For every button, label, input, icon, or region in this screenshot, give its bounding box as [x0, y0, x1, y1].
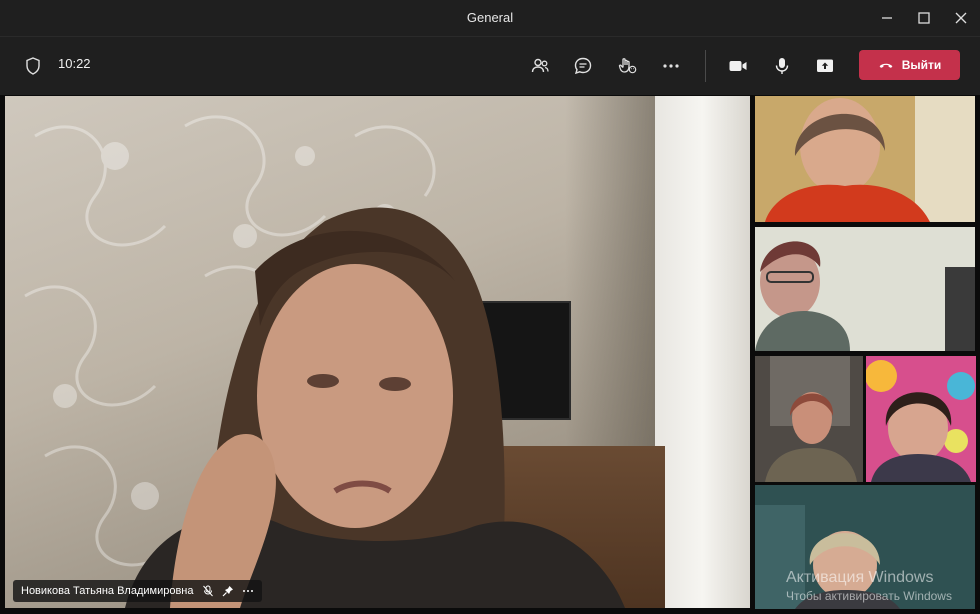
share-screen-button[interactable]: [812, 53, 838, 79]
camera-button[interactable]: [725, 53, 751, 79]
participant-video-3: [755, 356, 863, 482]
watermark-line-2: Чтобы активировать Windows: [786, 589, 952, 603]
participant-name: Новикова Татьяна Владимировна: [21, 585, 194, 597]
windows-activation-watermark: Активация Windows Чтобы активировать Win…: [786, 568, 952, 604]
more-icon[interactable]: [242, 585, 254, 597]
participants-button[interactable]: [527, 53, 553, 79]
maximize-button[interactable]: [906, 0, 942, 36]
people-icon: [531, 58, 549, 73]
watermark-line-1: Активация Windows: [786, 569, 934, 586]
participant-tile-3[interactable]: [755, 356, 863, 482]
more-icon: [663, 64, 679, 68]
close-icon: [955, 12, 967, 24]
participant-video-2: [755, 227, 975, 351]
share-screen-icon: [817, 59, 833, 72]
maximize-icon: [918, 12, 930, 24]
mic-off-icon: [202, 585, 213, 597]
toolbar-divider: [705, 50, 706, 82]
camera-icon: [729, 61, 747, 71]
participant-tile-1[interactable]: [755, 96, 975, 222]
shield-icon: [26, 57, 40, 75]
main-participant-video: [125, 207, 625, 608]
chat-icon: [574, 57, 592, 75]
meeting-info-button[interactable]: [20, 53, 46, 79]
meeting-toolbar: 10:22 Выйти: [0, 36, 980, 95]
microphone-button[interactable]: [769, 53, 795, 79]
window-title: General: [466, 10, 514, 25]
participant-video-1: [755, 96, 975, 222]
main-video-stage[interactable]: Новикова Татьяна Владимировна: [5, 96, 750, 608]
leave-label: Выйти: [901, 58, 942, 72]
reactions-icon: [618, 58, 637, 74]
meeting-timer: 10:22: [58, 56, 91, 71]
reactions-button[interactable]: [614, 53, 640, 79]
leave-button[interactable]: Выйти: [859, 50, 960, 80]
close-button[interactable]: [943, 0, 979, 36]
participant-tile-2-active-speaker[interactable]: [755, 227, 975, 351]
pin-icon[interactable]: [222, 585, 234, 597]
minimize-button[interactable]: [869, 0, 905, 36]
title-bar: General: [0, 0, 980, 36]
mic-icon: [775, 58, 789, 74]
participant-tile-4[interactable]: [866, 356, 976, 482]
minimize-icon: [882, 17, 892, 19]
phone-hangup-icon: [879, 63, 893, 68]
main-participant-name-tag: Новикова Татьяна Владимировна: [13, 580, 262, 602]
participant-video-4: [866, 356, 976, 482]
more-actions-button[interactable]: [658, 53, 684, 79]
chat-button[interactable]: [570, 53, 596, 79]
